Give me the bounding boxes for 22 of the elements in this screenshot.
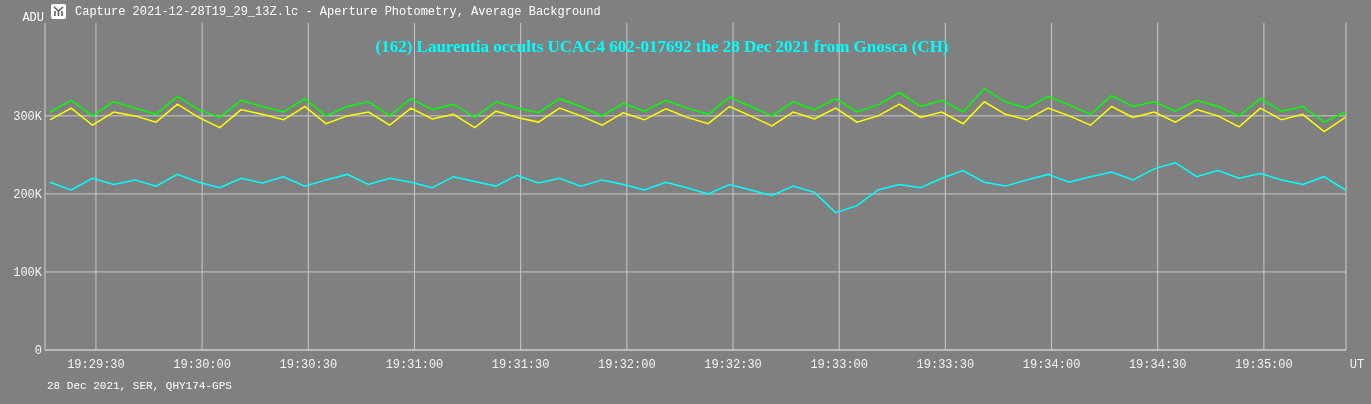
axis-label: ADU <box>21 12 44 24</box>
tick-label: 200K <box>13 187 42 202</box>
axis-label: UT <box>1349 358 1365 372</box>
tick-label: 19:29:30 <box>67 358 125 372</box>
tick-label: 19:33:00 <box>810 358 868 372</box>
footer-text: 28 Dec 2021, SER, QHY174-GPS <box>47 379 232 394</box>
tick-label: 0 <box>34 344 42 358</box>
tick-label: 19:32:00 <box>598 358 656 372</box>
tick-label: 19:31:30 <box>491 358 550 372</box>
tick-label: 19:33:30 <box>916 358 975 372</box>
tick-label: 100K <box>13 265 42 280</box>
tick-label: 19:35:00 <box>1235 358 1293 372</box>
tick-label: 19:34:00 <box>1022 358 1081 372</box>
tick-label: 19:32:30 <box>704 358 762 372</box>
chart-title: (162) Laurentia occults UCAC4 602-017692 the 28 Dec 2021 from Gnosca (CH) <box>375 37 949 56</box>
tick-label: 19:31:00 <box>385 358 444 372</box>
tick-label: 300K <box>13 109 42 124</box>
tick-label: 19:34:30 <box>1128 358 1187 372</box>
tick-label: 19:30:30 <box>279 358 338 372</box>
tick-label: 19:30:00 <box>173 358 231 372</box>
app-icon <box>51 4 66 19</box>
window-title: Capture 2021-12-28T19_29_13Z.lc - Aperture Photometry, Average Background <box>75 6 601 18</box>
